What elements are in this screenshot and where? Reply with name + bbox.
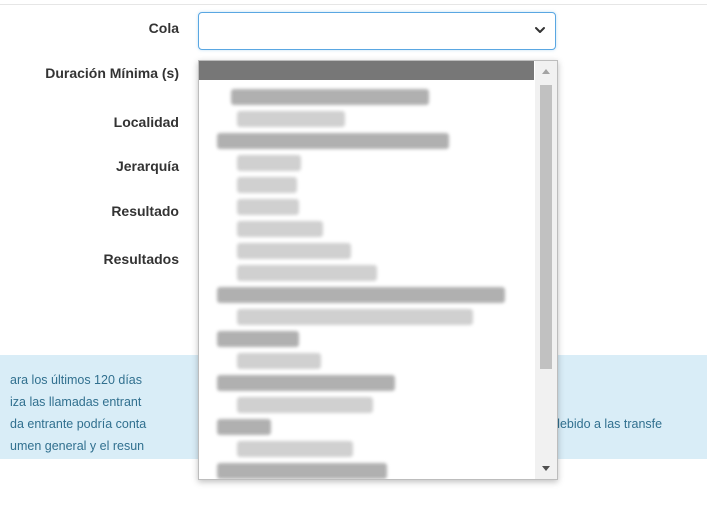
info-line-1: ara los últimos 120 días (10, 373, 143, 387)
dropdown-option[interactable] (237, 111, 345, 127)
dropdown-option-group[interactable] (217, 375, 395, 391)
dropdown-option[interactable] (237, 243, 351, 259)
dropdown-option[interactable] (237, 265, 377, 281)
info-line-3-tail: debido a las transfe (553, 417, 663, 431)
scroll-up-arrow-icon[interactable] (542, 69, 550, 74)
chevron-down-icon (535, 27, 545, 33)
label-duracion-minima: Duración Mínima (s) (45, 65, 179, 81)
dropdown-option[interactable] (237, 177, 297, 193)
dropdown-option[interactable] (237, 221, 323, 237)
dropdown-option[interactable] (237, 155, 301, 171)
dropdown-option-group[interactable] (217, 331, 299, 347)
dropdown-option-highlighted[interactable] (199, 61, 534, 80)
dropdown-scrollbar[interactable] (535, 61, 557, 479)
dropdown-option[interactable] (237, 397, 373, 413)
top-divider (0, 4, 707, 5)
scroll-down-arrow-icon[interactable] (542, 466, 550, 471)
dropdown-option-group[interactable] (231, 89, 429, 105)
label-resultados: Resultados (103, 251, 179, 267)
label-localidad: Localidad (113, 114, 179, 130)
label-jerarquia: Jerarquía (115, 158, 179, 174)
cola-select[interactable] (198, 12, 556, 50)
cola-dropdown-list[interactable] (198, 60, 558, 480)
dropdown-option-group[interactable] (217, 287, 505, 303)
label-resultado: Resultado (111, 203, 179, 219)
info-line-4: umen general y el resun (10, 439, 145, 453)
label-cola: Cola (148, 20, 179, 36)
dropdown-option[interactable] (237, 353, 321, 369)
dropdown-option-group[interactable] (217, 419, 271, 435)
dropdown-option[interactable] (237, 199, 299, 215)
dropdown-option[interactable] (237, 309, 473, 325)
dropdown-option-group[interactable] (217, 133, 449, 149)
scrollbar-thumb[interactable] (540, 85, 552, 369)
info-line-2: iza las llamadas entrant (10, 395, 142, 409)
dropdown-option-group[interactable] (217, 463, 387, 479)
info-line-3: da entrante podría conta (10, 417, 147, 431)
dropdown-option[interactable] (237, 441, 353, 457)
